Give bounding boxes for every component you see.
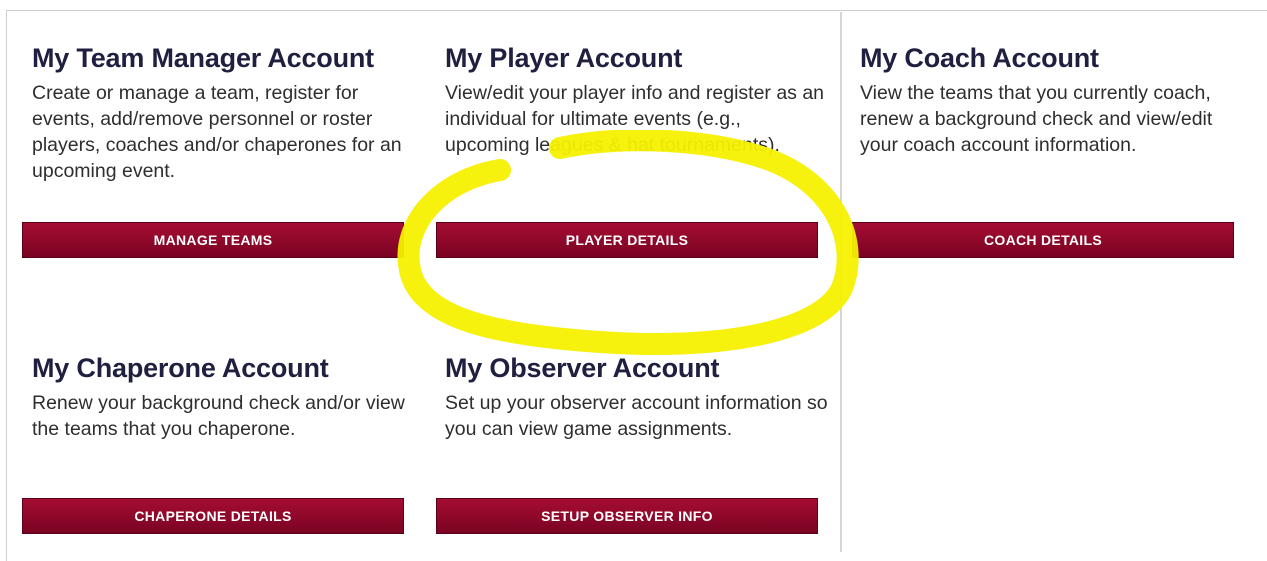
chaperone-details-button[interactable]: CHAPERONE DETAILS <box>22 498 404 534</box>
chaperone-title: My Chaperone Account <box>32 353 329 383</box>
player-details-button[interactable]: PLAYER DETAILS <box>436 222 818 258</box>
player-description: View/edit your player info and register … <box>445 82 825 156</box>
observer-account-card: My Observer Account Set up your observer… <box>445 352 830 496</box>
player-title: My Player Account <box>445 43 683 73</box>
observer-description: Set up your observer account information… <box>445 392 828 440</box>
column-divider <box>840 12 842 552</box>
chaperone-account-card: My Chaperone Account Renew your backgrou… <box>32 352 417 496</box>
coach-description: View the teams that you currently coach,… <box>860 82 1213 156</box>
frame-top-border <box>6 10 1267 11</box>
team-manager-account-card: My Team Manager Account Create or manage… <box>32 42 417 186</box>
player-account-card: My Player Account View/edit your player … <box>445 42 830 186</box>
coach-title: My Coach Account <box>860 43 1099 73</box>
manage-teams-button[interactable]: MANAGE TEAMS <box>22 222 404 258</box>
team-manager-title: My Team Manager Account <box>32 43 374 73</box>
coach-account-card: My Coach Account View the teams that you… <box>860 42 1245 186</box>
frame-left-border <box>6 10 7 561</box>
observer-title: My Observer Account <box>445 353 720 383</box>
team-manager-description: Create or manage a team, register for ev… <box>32 82 402 182</box>
coach-details-button[interactable]: COACH DETAILS <box>852 222 1234 258</box>
chaperone-description: Renew your background check and/or view … <box>32 392 405 440</box>
setup-observer-info-button[interactable]: SETUP OBSERVER INFO <box>436 498 818 534</box>
